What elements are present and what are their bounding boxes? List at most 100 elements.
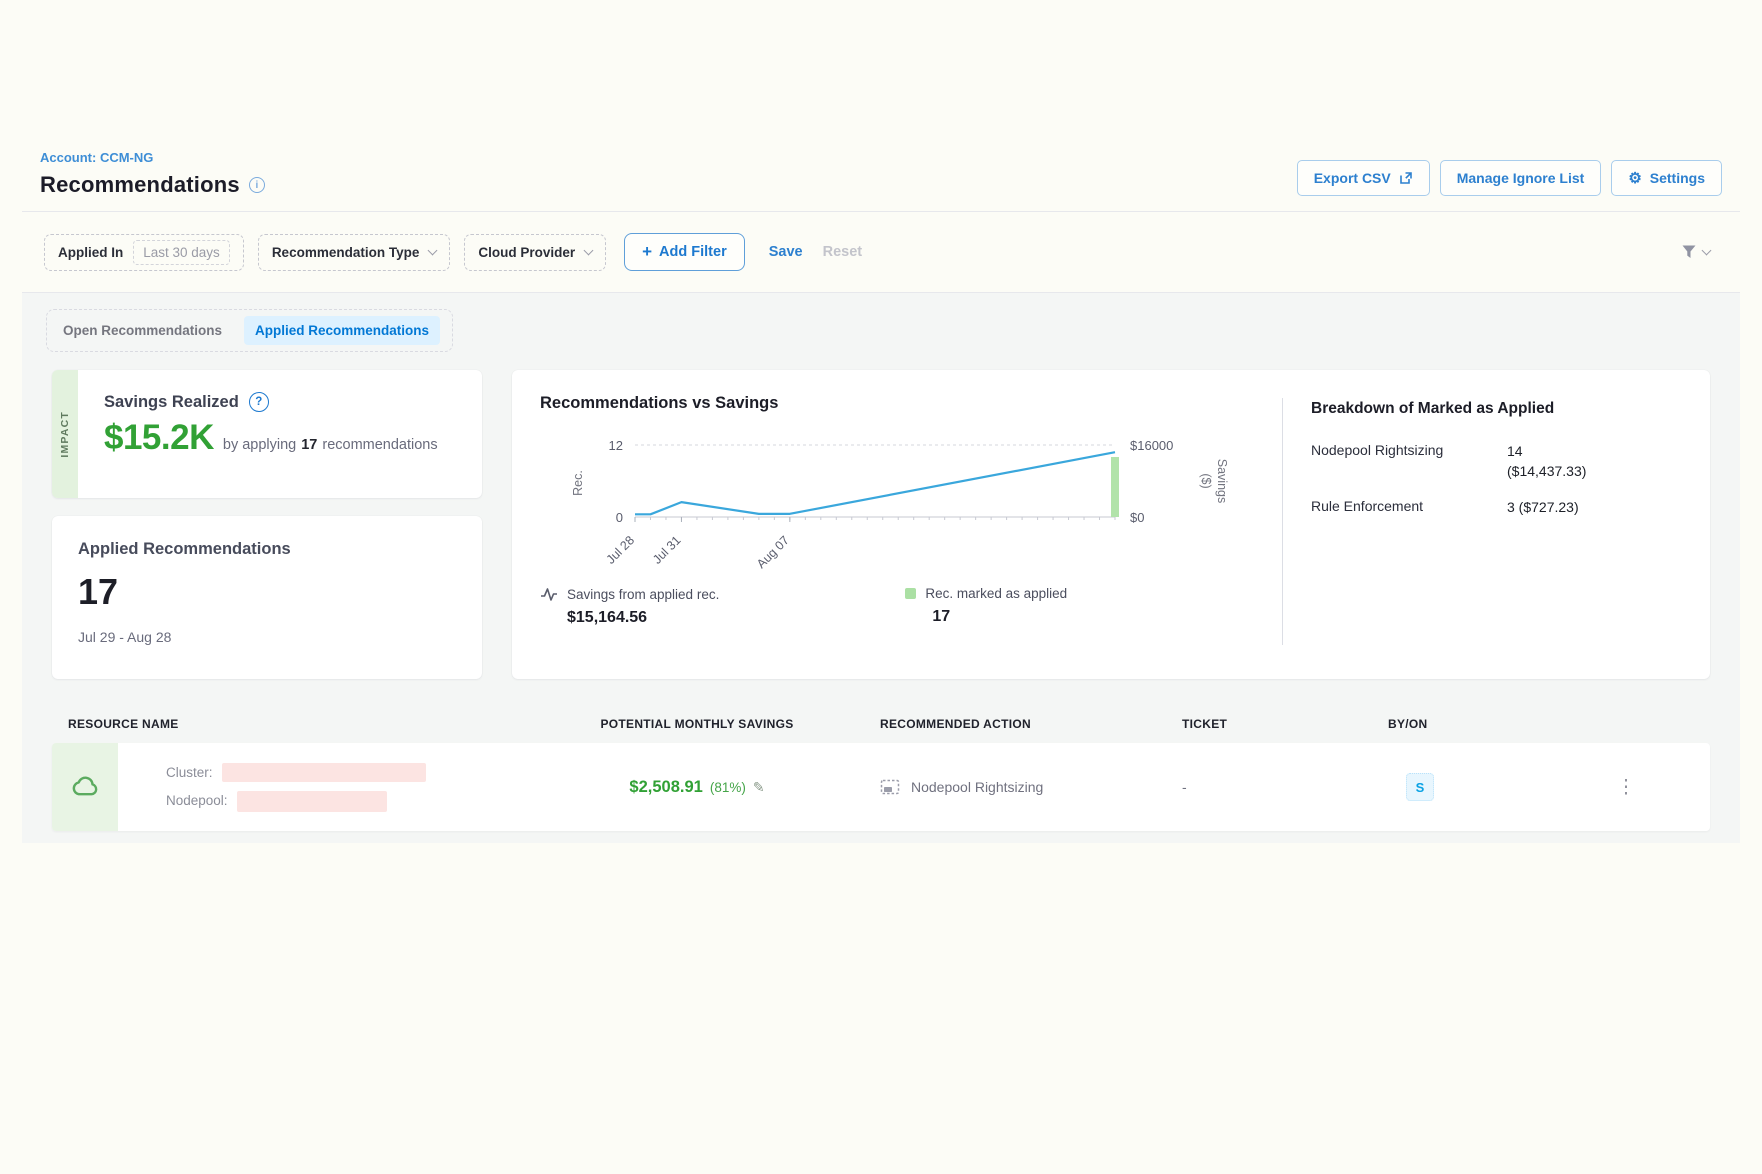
- col-header-ticket: TICKET: [1112, 717, 1302, 731]
- recommendations-app: Account: CCM-NG Recommendations i Export…: [22, 150, 1740, 843]
- savings-realized-title: Savings Realized: [104, 393, 239, 412]
- recommendation-type-filter-chip[interactable]: Recommendation Type: [258, 234, 451, 271]
- cloud-icon: [69, 771, 101, 803]
- applied-in-value[interactable]: Last 30 days: [133, 240, 230, 265]
- summary-cards-row: IMPACT Savings Realized ? $15.2K by appl…: [40, 370, 1722, 679]
- chart-canvas: Jul 28Jul 31Aug 07 12 0 $16000 $0 Rec. S…: [540, 417, 1280, 579]
- cloud-provider-filter-chip[interactable]: Cloud Provider: [464, 234, 606, 271]
- breakdown-row-label: Rule Enforcement: [1311, 498, 1507, 518]
- right-axis-title-line2: ($): [1199, 473, 1213, 488]
- chart-section: Recommendations vs Savings Jul 28Jul 31A…: [540, 394, 1282, 679]
- savings-realized-amount: $15.2K: [104, 418, 214, 458]
- add-filter-label: Add Filter: [659, 244, 727, 260]
- tab-applied-recommendations[interactable]: Applied Recommendations: [244, 316, 440, 345]
- gear-icon: ⚙: [1628, 169, 1641, 187]
- left-axis-tick-bottom: 0: [616, 510, 623, 525]
- applied-in-label: Applied In: [58, 245, 123, 260]
- edit-pencil-icon[interactable]: ✎: [753, 779, 765, 796]
- breakdown-value-line2: ($14,437.33): [1507, 463, 1586, 479]
- ticket-cell: -: [1112, 779, 1302, 795]
- resource-type-strip: [52, 743, 118, 831]
- col-header-potential-savings: POTENTIAL MONTHLY SAVINGS: [572, 717, 822, 731]
- applied-card-count: 17: [78, 571, 456, 613]
- svg-text:Jul 31: Jul 31: [650, 533, 684, 567]
- account-breadcrumb[interactable]: Account: CCM-NG: [40, 150, 265, 165]
- col-header-recommended-action: RECOMMENDED ACTION: [822, 717, 1112, 731]
- rightsizing-icon: [880, 779, 900, 796]
- user-avatar-badge[interactable]: S: [1406, 773, 1434, 801]
- export-csv-button[interactable]: Export CSV: [1297, 160, 1430, 196]
- impact-label: IMPACT: [59, 411, 71, 458]
- cloud-provider-label: Cloud Provider: [478, 245, 575, 260]
- info-icon[interactable]: i: [249, 177, 265, 193]
- chevron-down-icon: [1702, 245, 1712, 255]
- plus-icon: +: [642, 242, 652, 262]
- breakdown-row: Rule Enforcement 3 ($727.23): [1311, 498, 1690, 518]
- tab-open-recommendations[interactable]: Open Recommendations: [59, 316, 226, 345]
- right-axis-title-line1: Savings: [1215, 459, 1229, 503]
- help-icon[interactable]: ?: [249, 392, 269, 412]
- savings-realized-byline: by applying17recommendations: [223, 437, 438, 453]
- action-cell: Nodepool Rightsizing: [822, 779, 1112, 796]
- redacted-cluster-name: [222, 763, 426, 782]
- reset-filter-button[interactable]: Reset: [823, 244, 863, 260]
- chevron-down-icon: [428, 245, 438, 255]
- summary-left-column: IMPACT Savings Realized ? $15.2K by appl…: [52, 370, 482, 679]
- nodepool-label: Nodepool:: [166, 793, 228, 808]
- legend-savings-value: $15,164.56: [567, 609, 719, 627]
- right-axis-tick-bottom: $0: [1130, 510, 1144, 525]
- breakdown-row-value: 3 ($727.23): [1507, 498, 1579, 518]
- table-row[interactable]: Cluster: Nodepool: $2,508.91 (81%): [52, 743, 1710, 831]
- applied-bar: [1111, 457, 1119, 517]
- settings-label: Settings: [1650, 170, 1705, 186]
- funnel-icon: [1681, 244, 1698, 260]
- cluster-label: Cluster:: [166, 765, 213, 780]
- applied-in-filter-chip[interactable]: Applied In Last 30 days: [44, 234, 244, 271]
- resource-cell: Cluster: Nodepool:: [52, 743, 572, 831]
- page: Account: CCM-NG Recommendations i Export…: [0, 0, 1762, 1174]
- legend-savings-label: Savings from applied rec.: [567, 587, 719, 602]
- save-filter-button[interactable]: Save: [769, 244, 803, 260]
- external-link-icon: [1399, 171, 1413, 185]
- legend-applied-label: Rec. marked as applied: [925, 586, 1067, 601]
- activity-line-icon: [540, 586, 558, 602]
- breakdown-row: Nodepool Rightsizing 14($14,437.33): [1311, 442, 1690, 481]
- breakdown-title: Breakdown of Marked as Applied: [1311, 400, 1690, 418]
- redacted-nodepool-name: [237, 791, 387, 812]
- breakdown-row-value: 14 ($14,437.33): [1507, 442, 1586, 481]
- svg-text:Jul 28: Jul 28: [604, 533, 638, 567]
- savings-amount: $2,508.91: [629, 778, 702, 797]
- kebab-menu-icon[interactable]: ⋮: [1609, 774, 1644, 801]
- savings-cell: $2,508.91 (81%) ✎: [572, 778, 822, 797]
- table-header-row: RESOURCE NAME POTENTIAL MONTHLY SAVINGS …: [52, 709, 1710, 739]
- chevron-down-icon: [584, 245, 594, 255]
- applied-card-date-range: Jul 29 - Aug 28: [78, 629, 456, 645]
- breakdown-value-line1: 14: [1507, 443, 1523, 459]
- byline-suffix: recommendations: [322, 437, 437, 453]
- chart-legend: Savings from applied rec. $15,164.56 Rec…: [540, 586, 1282, 627]
- view-tabs: Open Recommendations Applied Recommendat…: [46, 309, 453, 352]
- col-header-resource-name: RESOURCE NAME: [52, 717, 572, 731]
- header-left: Account: CCM-NG Recommendations i: [40, 150, 265, 198]
- chart-title: Recommendations vs Savings: [540, 394, 1282, 413]
- col-header-by-on: BY/ON: [1302, 717, 1542, 731]
- page-title: Recommendations: [40, 172, 240, 198]
- breakdown-panel: Breakdown of Marked as Applied Nodepool …: [1283, 394, 1710, 679]
- left-axis-tick-top: 12: [609, 438, 623, 453]
- page-header: Account: CCM-NG Recommendations i Export…: [22, 150, 1740, 198]
- row-menu-cell: ⋮: [1542, 774, 1710, 801]
- byline-count: 17: [301, 437, 317, 453]
- manage-ignore-list-button[interactable]: Manage Ignore List: [1440, 160, 1602, 196]
- left-axis-title: Rec.: [571, 470, 585, 496]
- savings-line: [635, 452, 1115, 514]
- content-panel: Open Recommendations Applied Recommendat…: [22, 293, 1740, 843]
- legend-applied-value: 17: [932, 608, 1067, 626]
- recommendation-type-label: Recommendation Type: [272, 245, 420, 260]
- legend-applied: Rec. marked as applied 17: [905, 586, 1067, 627]
- applied-recommendations-card: Applied Recommendations 17 Jul 29 - Aug …: [52, 516, 482, 679]
- settings-button[interactable]: ⚙ Settings: [1611, 160, 1722, 196]
- chart-card: Recommendations vs Savings Jul 28Jul 31A…: [512, 370, 1710, 679]
- legend-savings: Savings from applied rec. $15,164.56: [540, 586, 719, 627]
- add-filter-button[interactable]: + Add Filter: [624, 233, 745, 271]
- filter-panel-toggle[interactable]: [1681, 244, 1718, 260]
